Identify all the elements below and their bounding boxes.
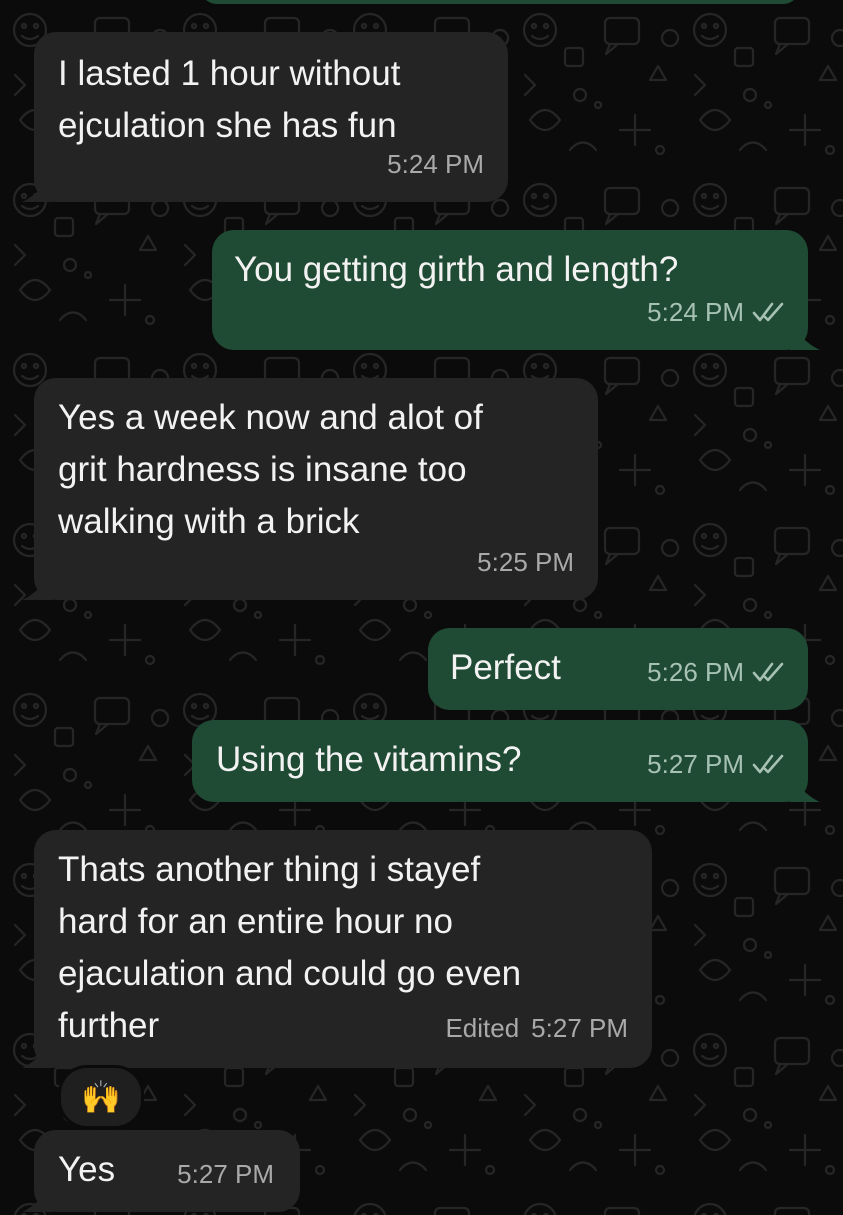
bubble-tail	[22, 574, 52, 600]
message-time: 5:27 PM	[531, 1013, 628, 1043]
message-meta: Edited 5:27 PM	[445, 1002, 628, 1054]
message-time: 5:27 PM	[647, 749, 744, 779]
outgoing-message-partial[interactable]	[200, 0, 800, 4]
bubble-tail	[790, 776, 820, 802]
incoming-message[interactable]: Yes 5:27 PM	[22, 1130, 300, 1212]
outgoing-message[interactable]: You getting girth and length? 5:24 PM	[212, 230, 820, 350]
message-time: 5:25 PM	[477, 547, 574, 577]
bubble-tail	[22, 1042, 52, 1068]
double-check-icon	[752, 662, 784, 682]
message-meta: 5:24 PM	[387, 138, 484, 190]
bubble-tail	[22, 1186, 52, 1212]
edited-label: Edited	[445, 1013, 520, 1043]
message-meta: 5:26 PM	[647, 646, 786, 698]
chat-view[interactable]: I lasted 1 hour without ejculation she h…	[0, 0, 843, 1215]
outgoing-message[interactable]: Perfect 5:26 PM	[428, 628, 808, 710]
raising-hands-icon: 🙌	[81, 1079, 121, 1115]
incoming-message[interactable]: Thats another thing i stayef hard for an…	[22, 830, 652, 1068]
incoming-message[interactable]: I lasted 1 hour without ejculation she h…	[22, 32, 508, 202]
message-time: 5:26 PM	[647, 657, 744, 687]
bubble-tail	[22, 176, 52, 202]
message-time: 5:24 PM	[387, 149, 484, 179]
message-text: Yes a week now and alot of grit hardness…	[58, 398, 483, 541]
message-meta: 5:24 PM	[647, 286, 786, 338]
double-check-icon	[752, 302, 784, 322]
message-time: 5:27 PM	[177, 1159, 274, 1189]
incoming-message[interactable]: Yes a week now and alot of grit hardness…	[22, 378, 598, 600]
bubble-tail	[790, 324, 820, 350]
message-meta: 5:25 PM	[477, 536, 574, 588]
message-meta: 5:27 PM	[647, 738, 786, 790]
message-meta: 5:27 PM	[177, 1148, 274, 1200]
outgoing-message[interactable]: Using the vitamins? 5:27 PM	[192, 720, 820, 802]
reaction-badge[interactable]: 🙌	[58, 1065, 144, 1129]
message-time: 5:24 PM	[647, 297, 744, 327]
double-check-icon	[752, 754, 784, 774]
message-text: I lasted 1 hour without ejculation she h…	[58, 54, 401, 145]
